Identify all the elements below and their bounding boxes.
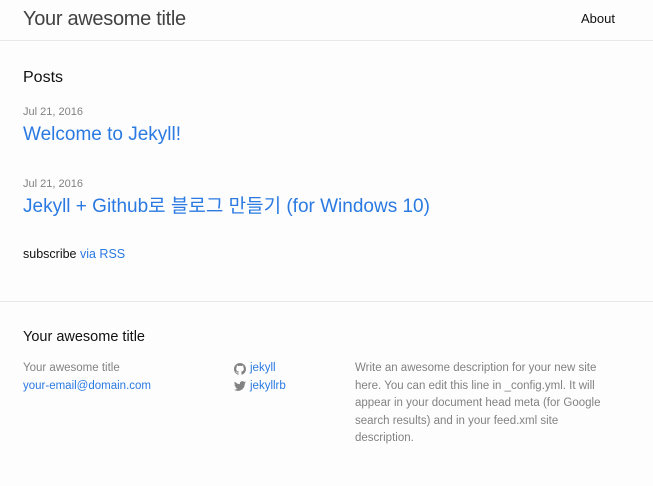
github-icon — [234, 362, 246, 375]
github-link[interactable]: jekyll — [234, 360, 286, 378]
github-username[interactable]: jekyll — [250, 360, 276, 378]
site-header: Your awesome title About — [0, 0, 653, 41]
footer-contact-name: Your awesome title — [23, 362, 120, 374]
email-link[interactable]: your-email@domain.com — [23, 380, 151, 392]
posts-heading: Posts — [23, 69, 64, 86]
footer-heading: Your awesome title — [23, 329, 145, 345]
post-title-link[interactable]: Jekyll + Github로 블로그 만들기 (for Windows 10… — [23, 195, 430, 219]
twitter-link[interactable]: jekyllrb — [234, 378, 286, 396]
site-title-link[interactable]: Your awesome title — [23, 6, 186, 32]
subscribe-line: subscribe via RSS — [23, 246, 125, 262]
footer-contact: Your awesome title your-email@domain.com — [23, 360, 151, 395]
subscribe-label: subscribe — [23, 247, 77, 261]
rss-link[interactable]: via RSS — [80, 247, 125, 261]
twitter-icon — [234, 381, 246, 392]
footer-description: Write an awesome description for your ne… — [355, 362, 601, 444]
twitter-username[interactable]: jekyllrb — [250, 378, 286, 396]
post-date: Jul 21, 2016 — [23, 178, 83, 190]
site-footer: Your awesome title Your awesome title yo… — [0, 301, 653, 486]
nav-about-link[interactable]: About — [581, 10, 615, 28]
post-date: Jul 21, 2016 — [23, 106, 83, 118]
footer-social: jekyll jekyllrb — [234, 360, 286, 395]
post-title-link[interactable]: Welcome to Jekyll! — [23, 123, 181, 147]
